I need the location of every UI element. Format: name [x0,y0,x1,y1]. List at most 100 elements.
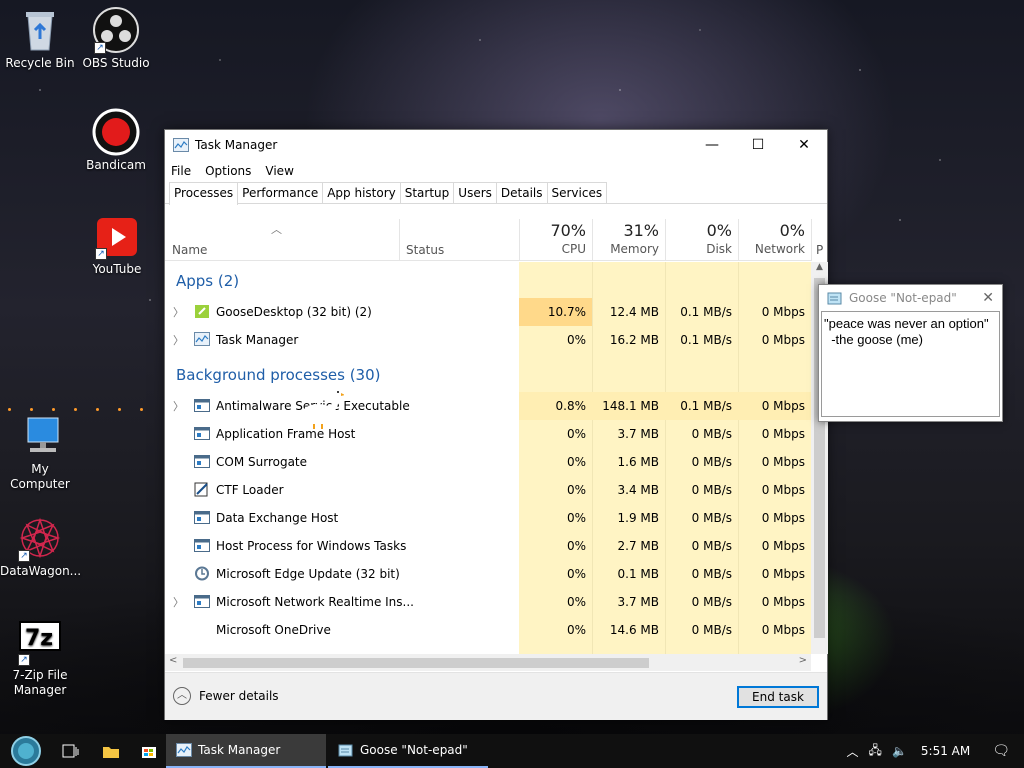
expand-icon[interactable]: 〉 [173,304,184,320]
edge-update-icon [195,566,209,581]
disk-value: 0 MB/s [691,595,732,609]
process-row-network-realtime[interactable]: 〉 Microsoft Network Realtime Ins... 0% 3… [165,588,811,616]
taskbar-goose-notepad[interactable]: Goose "Not-epad" [328,734,488,768]
scroll-right-icon[interactable]: > [799,655,807,666]
expand-icon[interactable]: 〉 [173,332,184,348]
header-name[interactable]: Name [172,243,207,257]
notepad-line: -the goose (me) [824,332,923,347]
menu-bar: File Options View [165,160,827,182]
process-row-app-frame-host[interactable]: Application Frame Host 0% 3.7 MB 0 MB/s … [165,420,811,448]
computer-icon [16,412,64,460]
cpu-value: 0% [566,595,586,609]
store-icon [142,747,156,758]
expand-icon[interactable]: 〉 [173,398,184,414]
process-list: Apps (2) 〉 GooseDesktop (32 bit) (2) 10.… [165,262,811,654]
menu-options[interactable]: Options [205,164,251,178]
system-tray: ︿ 🖧 🔈 5:51 AM 🗨 [837,734,1024,768]
header-power[interactable]: P [811,219,829,261]
desktop-icon-datawagon[interactable]: ↗ DataWagon... [0,514,81,579]
header-network[interactable]: 0% Network [738,219,811,261]
network-value: 0 Mbps [761,567,805,581]
process-row-ctf-loader[interactable]: CTF Loader 0% 3.4 MB 0 MB/s 0 Mbps [165,476,811,504]
memory-value: 148.1 MB [602,399,659,413]
header-status-col[interactable]: Status [399,219,519,261]
close-button[interactable]: ✕ [781,130,827,160]
process-row-data-exchange-host[interactable]: Data Exchange Host 0% 1.9 MB 0 MB/s 0 Mb… [165,504,811,532]
end-task-button[interactable]: End task [737,686,819,708]
tab-details[interactable]: Details [495,182,548,203]
header-status: Status [406,243,445,257]
notepad-title: Goose "Not-epad" [849,291,957,305]
disk-value: 0 MB/s [691,623,732,637]
disk-value: 0 MB/s [691,539,732,553]
disk-value: 0 MB/s [691,483,732,497]
cpu-value: 0% [566,427,586,441]
minimize-button[interactable]: — [689,130,735,160]
tab-performance[interactable]: Performance [237,182,324,203]
horizontal-scroll-thumb[interactable] [183,658,649,668]
desktop-icon-bandicam[interactable]: Bandicam [76,108,156,173]
task-view-button[interactable] [56,734,86,768]
tab-services[interactable]: Services [546,182,608,203]
tab-app-history[interactable]: App history [322,182,401,203]
desktop-icon-recycle-bin[interactable]: Recycle Bin [0,6,80,71]
header-cpu[interactable]: 70% CPU [519,219,592,261]
taskbar-task-manager[interactable]: Task Manager [166,734,326,768]
scroll-left-icon[interactable]: < [169,655,177,666]
tab-users[interactable]: Users [453,182,497,203]
process-row-goose[interactable]: 〉 GooseDesktop (32 bit) (2) 10.7% 12.4 M… [165,298,811,326]
volume-icon[interactable]: 🔈 [892,744,907,758]
menu-file[interactable]: File [171,164,191,178]
menu-view[interactable]: View [265,164,293,178]
desktop-icon-youtube[interactable]: ↗ YouTube [77,212,157,277]
desktop-icon-obs[interactable]: ↗ OBS Studio [76,6,156,71]
process-row-com-surrogate[interactable]: COM Surrogate 0% 1.6 MB 0 MB/s 0 Mbps [165,448,811,476]
tray-chevron-up-icon[interactable]: ︿ [847,743,859,760]
store-button[interactable] [134,734,164,768]
disk-value: 0 MB/s [691,567,732,581]
power-label: P [816,243,824,257]
file-explorer-button[interactable] [96,734,126,768]
expand-icon[interactable]: 〉 [173,594,184,610]
start-button[interactable] [0,734,52,768]
process-row-antimalware[interactable]: 〉 Antimalware Service Executable 0.8% 14… [165,392,811,420]
notifications-icon[interactable]: 🗨 [992,743,1010,759]
desktop-icon-7zip[interactable]: 7z ↗ 7-Zip File Manager [0,618,80,698]
goose-notepad-window[interactable]: Goose "Not-epad" ✕ "peace was never an o… [818,284,1003,422]
network-value: 0 Mbps [761,455,805,469]
notepad-line: "peace was never an option" [824,316,989,331]
desktop-icon-label: YouTube [92,262,142,276]
desktop-icon-label: Bandicam [86,158,146,172]
process-row-edge-update[interactable]: Microsoft Edge Update (32 bit) 0% 0.1 MB… [165,560,811,588]
service-window-icon [194,399,210,412]
task-manager-window[interactable]: Task Manager — ☐ ✕ File Options View Pro… [164,129,828,720]
notepad-title-bar[interactable]: Goose "Not-epad" ✕ [819,285,1002,311]
process-row-onedrive[interactable]: Microsoft OneDrive 0% 14.6 MB 0 MB/s 0 M… [165,616,811,644]
network-value: 0 Mbps [761,427,805,441]
header-memory[interactable]: 31% Memory [592,219,665,261]
clock[interactable]: 5:51 AM [921,744,970,758]
memory-value: 3.7 MB [617,427,659,441]
process-row-task-manager[interactable]: 〉 Task Manager 0% 16.2 MB 0.1 MB/s 0 Mbp… [165,326,811,354]
header-disk[interactable]: 0% Disk [665,219,738,261]
process-name: Data Exchange Host [216,511,339,525]
youtube-icon: ↗ [93,212,141,260]
horizontal-scrollbar[interactable]: < > [165,654,811,671]
title-bar[interactable]: Task Manager — ☐ ✕ [165,130,827,160]
network-value: 0 Mbps [761,399,805,413]
notepad-close-button[interactable]: ✕ [982,290,994,306]
desktop-icon-my-computer[interactable]: My Computer [0,412,80,492]
fewer-details-button[interactable]: ︿ Fewer details [173,687,279,705]
service-window-icon [194,595,210,608]
recycle-bin-icon [16,6,64,54]
process-row-host-process[interactable]: Host Process for Windows Tasks 0% 2.7 MB… [165,532,811,560]
tab-processes[interactable]: Processes [169,182,239,205]
network-icon[interactable]: 🖧 [869,741,882,762]
maximize-button[interactable]: ☐ [735,130,781,160]
process-name: Host Process for Windows Tasks [216,539,407,553]
taskbar: Task Manager Goose "Not-epad" ︿ 🖧 🔈 5:51… [0,734,1024,768]
scroll-up-icon[interactable]: ▲ [811,262,828,272]
tab-startup[interactable]: Startup [399,182,455,203]
cpu-total: 70% [550,221,586,240]
notepad-text-area[interactable]: "peace was never an option" -the goose (… [821,311,1000,417]
